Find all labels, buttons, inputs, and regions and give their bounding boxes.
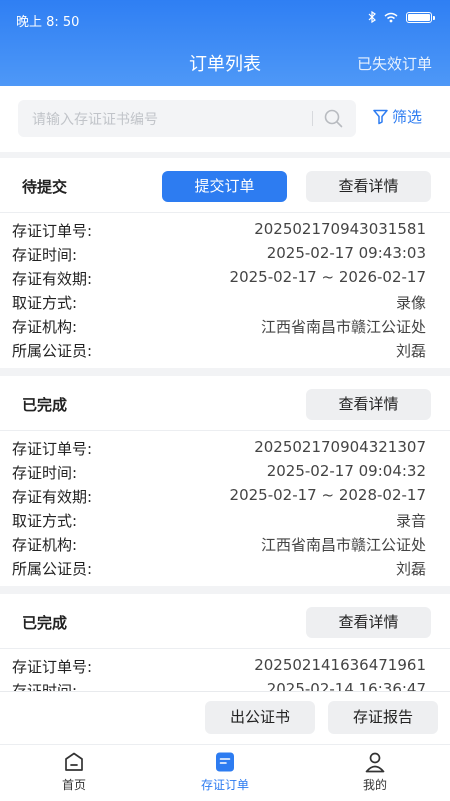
expired-orders-link[interactable]: 已失效订单 (357, 53, 432, 74)
issue-certificate-button[interactable]: 出公证书 (205, 701, 315, 734)
view-details-button[interactable]: 查看详情 (306, 389, 431, 420)
wifi-icon (384, 12, 398, 22)
field-row: 存证有效期: 2025-02-17 ~ 2028-02-17 (0, 484, 450, 508)
order-card: 已完成 查看详情 存证订单号: 202502170904321307 存证时间: 2… (0, 376, 450, 586)
field-row: 存证订单号: 202502170943031581 (0, 218, 450, 242)
submit-order-button[interactable]: 提交订单 (162, 171, 287, 202)
field-label: 取证方式: (12, 294, 78, 312)
order-status: 已完成 (22, 396, 68, 414)
order-card-body: 存证订单号: 202502170943031581 存证时间: 2025-02-17… (0, 213, 450, 368)
field-label: 存证有效期: (12, 488, 93, 506)
filter-button[interactable]: 筛选 (372, 106, 422, 127)
field-row: 所属公证员: 刘磊 (0, 556, 450, 580)
field-row: 取证方式: 录音 (0, 508, 450, 532)
tab-bar: 首页 存证订单 我的 (0, 744, 450, 801)
field-value: 2025-02-17 09:04:32 (266, 462, 426, 480)
order-status: 已完成 (22, 614, 68, 632)
field-label: 存证有效期: (12, 270, 93, 288)
field-value: 2025-02-17 09:43:03 (266, 244, 426, 262)
field-label: 存证机构: (12, 536, 78, 554)
home-icon (65, 752, 83, 771)
order-card-body: 存证订单号: 202502170904321307 存证时间: 2025-02-17… (0, 431, 450, 586)
status-bar: 晚上 8: 50 (0, 0, 450, 38)
field-value: 2025-02-17 ~ 2026-02-17 (229, 268, 426, 286)
field-value: 202502141636471961 (254, 656, 426, 674)
field-row: 存证机构: 江西省南昌市赣江公证处 (0, 314, 450, 338)
order-status: 待提交 (22, 178, 68, 196)
field-row: 存证订单号: 202502141636471961 (0, 654, 450, 678)
field-value: 录音 (395, 512, 426, 530)
field-label: 存证时间: (12, 464, 78, 482)
user-icon (365, 752, 385, 773)
bottom-action-bar: 出公证书 存证报告 (0, 691, 450, 744)
filter-label: 筛选 (392, 108, 423, 126)
field-value: 202502170943031581 (254, 220, 426, 238)
field-value: 刘磊 (395, 342, 426, 360)
field-label: 所属公证员: (12, 342, 93, 360)
field-value: 江西省南昌市赣江公证处 (260, 536, 426, 554)
field-row: 存证机构: 江西省南昌市赣江公证处 (0, 532, 450, 556)
status-time: 晚上 8: 50 (16, 15, 80, 30)
field-row: 所属公证员: 刘磊 (0, 338, 450, 362)
order-icon (216, 752, 234, 772)
field-value: 202502170904321307 (254, 438, 426, 456)
tab-label: 首页 (61, 778, 86, 792)
evidence-report-button[interactable]: 存证报告 (328, 701, 438, 734)
order-card-header: 已完成 查看详情 (0, 376, 450, 431)
field-label: 存证订单号: (12, 440, 93, 458)
field-value: 江西省南昌市赣江公证处 (260, 318, 426, 336)
order-list: 待提交 提交订单 查看详情 存证订单号: 202502170943031581 存… (0, 158, 450, 716)
tab-label: 我的 (362, 778, 387, 792)
field-row: 取证方式: 录像 (0, 290, 450, 314)
tab-mine[interactable]: 我的 (315, 751, 435, 793)
field-label: 存证机构: (12, 318, 78, 336)
filter-icon (373, 109, 388, 125)
search-input[interactable] (30, 100, 314, 139)
field-row: 存证有效期: 2025-02-17 ~ 2026-02-17 (0, 266, 450, 290)
search-area: 筛选 (0, 86, 450, 152)
field-row: 存证时间: 2025-02-17 09:43:03 (0, 242, 450, 266)
field-row: 存证订单号: 202502170904321307 (0, 436, 450, 460)
search-box (18, 100, 356, 139)
field-label: 取证方式: (12, 512, 78, 530)
field-row: 存证时间: 2025-02-17 09:04:32 (0, 460, 450, 484)
order-card-header: 待提交 提交订单 查看详情 (0, 158, 450, 213)
field-value: 刘磊 (395, 560, 426, 578)
field-label: 存证订单号: (12, 658, 93, 676)
field-label: 所属公证员: (12, 560, 93, 578)
bluetooth-icon (368, 11, 376, 23)
order-card: 待提交 提交订单 查看详情 存证订单号: 202502170943031581 存… (0, 158, 450, 368)
app-header: 晚上 8: 50 订单列表 已失效订单 (0, 0, 450, 86)
field-label: 存证时间: (12, 246, 78, 264)
status-icons (368, 11, 435, 23)
view-details-button[interactable]: 查看详情 (306, 607, 431, 638)
tab-orders[interactable]: 存证订单 (165, 751, 285, 793)
tab-home[interactable]: 首页 (14, 751, 134, 793)
field-value: 2025-02-17 ~ 2028-02-17 (229, 486, 426, 504)
field-value: 录像 (395, 294, 426, 312)
search-icon[interactable] (323, 108, 344, 129)
field-label: 存证订单号: (12, 222, 93, 240)
tab-label: 存证订单 (200, 778, 249, 792)
search-divider (312, 111, 313, 126)
view-details-button[interactable]: 查看详情 (306, 171, 431, 202)
order-card-header: 已完成 查看详情 (0, 594, 450, 649)
battery-icon (406, 11, 435, 23)
